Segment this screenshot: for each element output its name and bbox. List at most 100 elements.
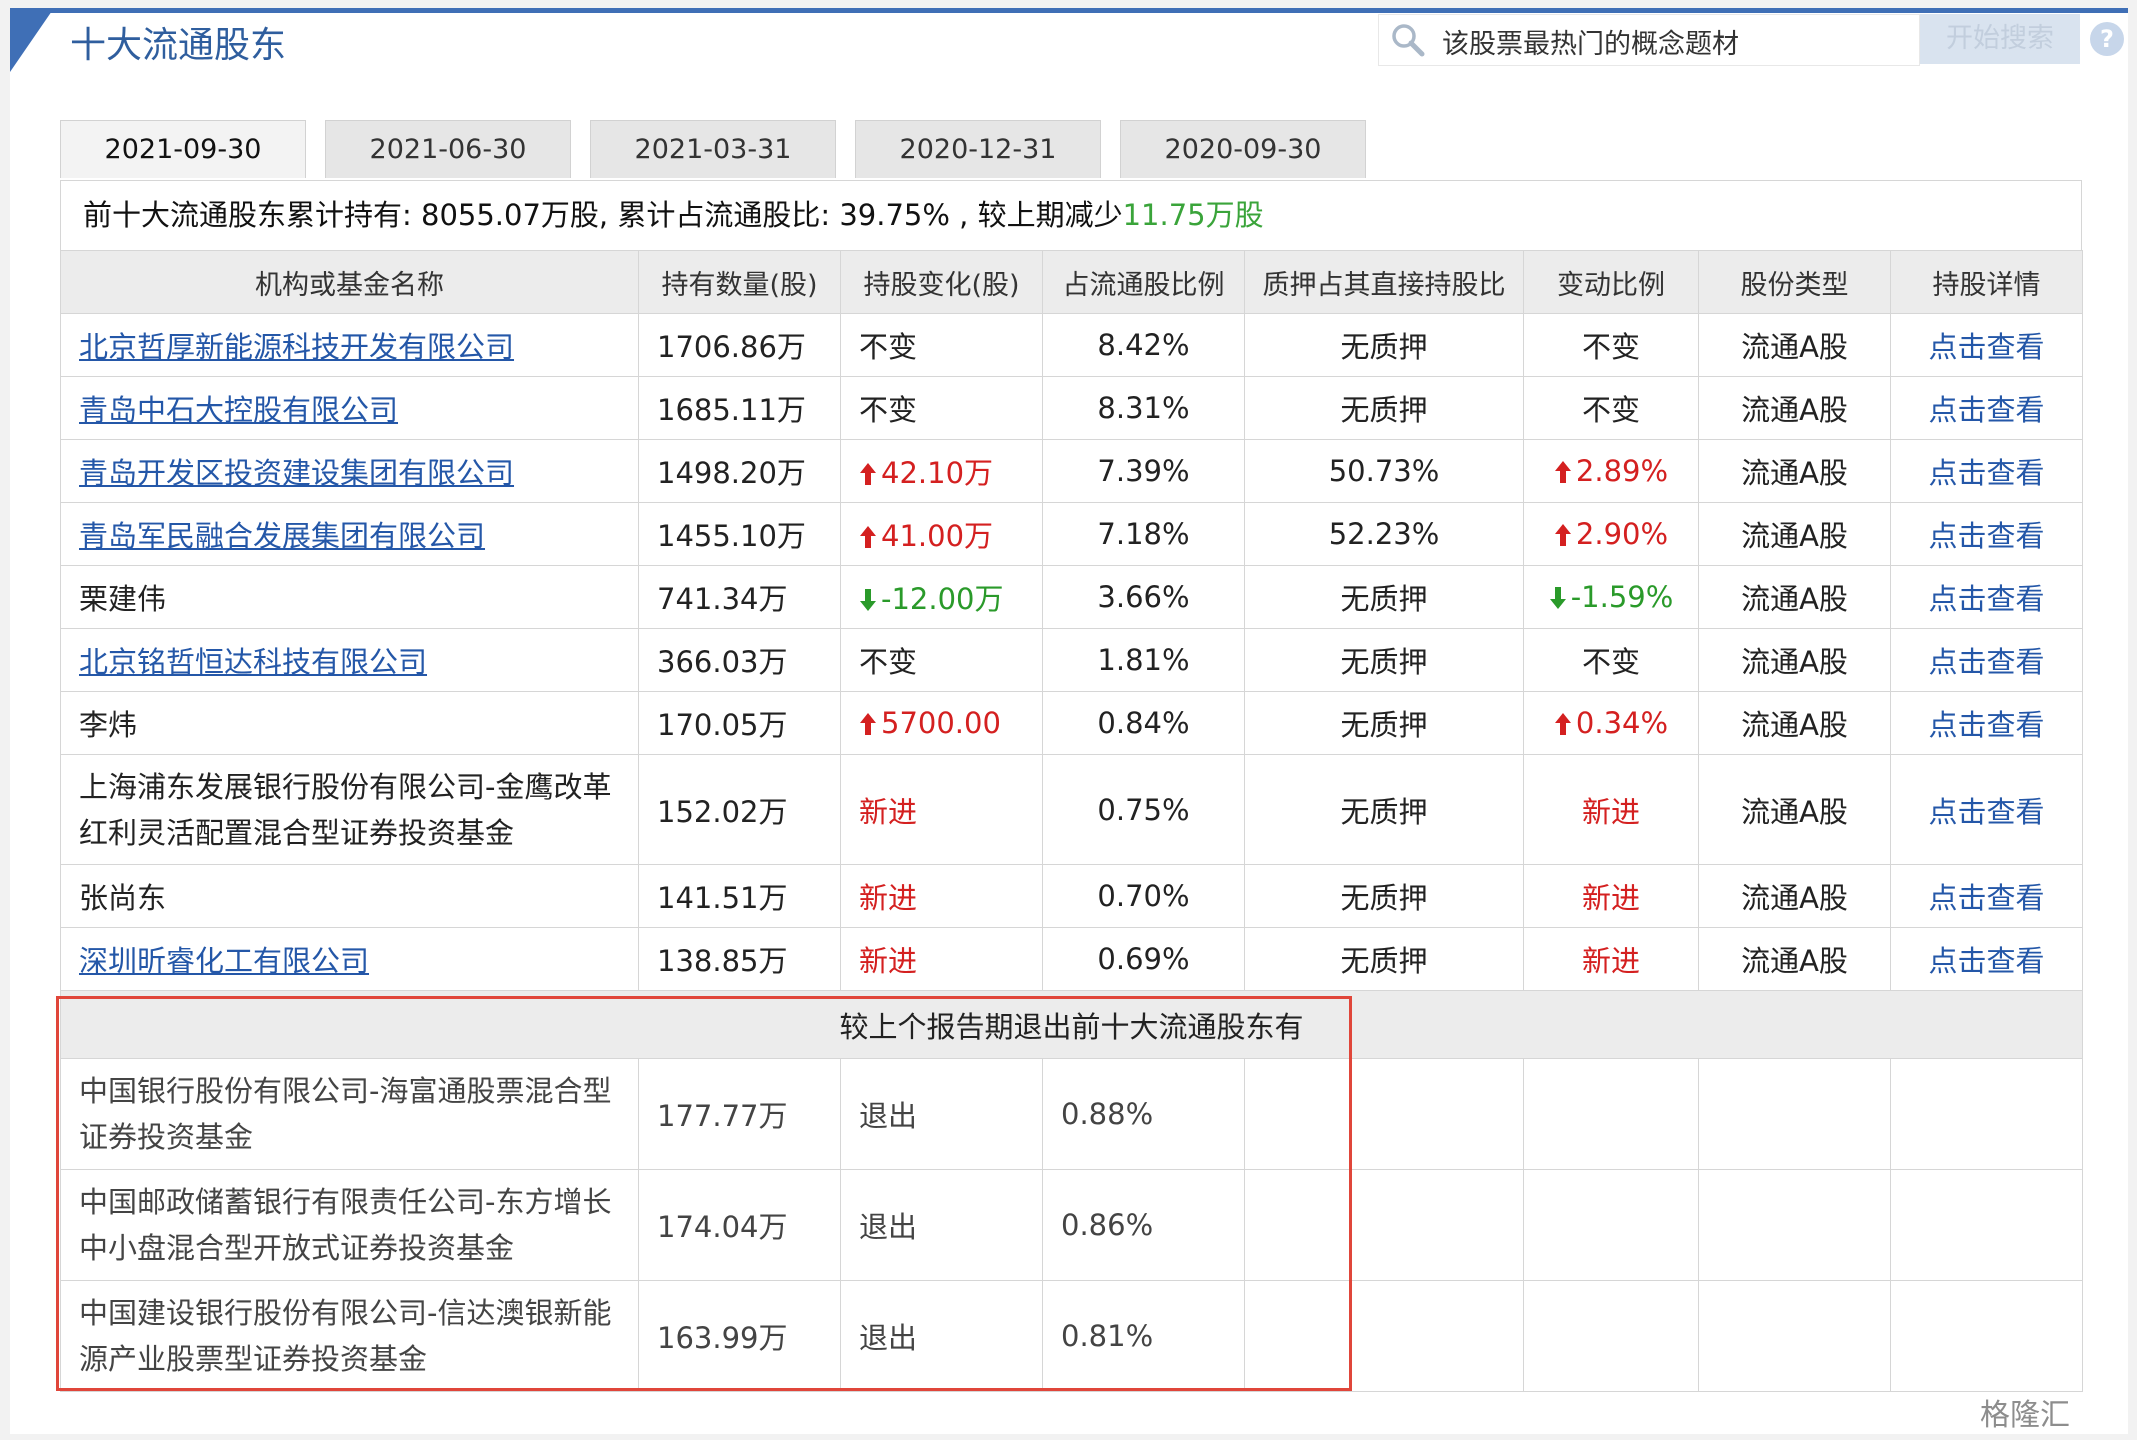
column-header: 持股详情 bbox=[1890, 250, 2083, 314]
share-type-cell: 流通A股 bbox=[1698, 376, 1891, 440]
table-row: 李炜 170.05万 5700.00 0.84% 无质押 0.34% 流通A股 点击查看 bbox=[60, 691, 2083, 755]
change-cell: -1.59% bbox=[1523, 565, 1699, 629]
title-corner-marker bbox=[10, 8, 54, 72]
detail-link[interactable]: 点击查看 bbox=[1928, 330, 2044, 364]
ratio-cell: 7.39% bbox=[1042, 439, 1245, 503]
arrow-up-icon bbox=[1554, 713, 1571, 735]
detail-cell[interactable]: 点击查看 bbox=[1890, 565, 2083, 629]
holder-name-cell[interactable]: 青岛中石大控股有限公司 bbox=[60, 376, 639, 440]
detail-link[interactable]: 点击查看 bbox=[1928, 393, 2044, 427]
change-value: 新进 bbox=[1581, 944, 1640, 978]
holder-name-link[interactable]: 深圳昕睿化工有限公司 bbox=[79, 944, 369, 978]
tab-2020-12-31[interactable]: 2020-12-31 bbox=[855, 120, 1101, 178]
ratio-cell: 8.31% bbox=[1042, 376, 1245, 440]
ratio-cell: 0.84% bbox=[1042, 691, 1245, 755]
ratio-cell: 0.75% bbox=[1042, 754, 1245, 865]
tab-2021-09-30[interactable]: 2021-09-30 bbox=[60, 120, 306, 178]
tab-2021-03-31[interactable]: 2021-03-31 bbox=[590, 120, 836, 178]
share-type-cell: 流通A股 bbox=[1698, 628, 1891, 692]
exited-ratio-cell: 0.81% bbox=[1042, 1280, 1245, 1392]
column-header: 持股变化(股) bbox=[840, 250, 1043, 314]
arrow-down-icon bbox=[860, 589, 876, 611]
table-row: 北京哲厚新能源科技开发有限公司 1706.86万 不变 8.42% 无质押 不变 流通A股点… bbox=[60, 313, 2083, 377]
exited-name-cell: 中国邮政储蓄银行有限责任公司-东方增长中小盘混合型开放式证券投资基金 bbox=[60, 1169, 639, 1281]
amount-cell: 1498.20万 bbox=[638, 439, 841, 503]
holder-name-link[interactable]: 青岛中石大控股有限公司 bbox=[79, 393, 398, 427]
exited-amount-cell: 163.99万 bbox=[638, 1280, 841, 1392]
detail-cell[interactable]: 点击查看 bbox=[1890, 313, 2083, 377]
holder-name-link[interactable]: 青岛开发区投资建设集团有限公司 bbox=[79, 456, 514, 490]
table-row: 深圳昕睿化工有限公司 138.85万 新进 0.69% 无质押 新进 流通A股 点击查看 bbox=[60, 927, 2083, 991]
change-cell: 0.34% bbox=[1523, 691, 1699, 755]
detail-cell[interactable]: 点击查看 bbox=[1890, 502, 2083, 566]
tab-2020-09-30[interactable]: 2020-09-30 bbox=[1120, 120, 1366, 178]
help-icon[interactable]: ? bbox=[2090, 22, 2124, 56]
empty-cell bbox=[1244, 1169, 1524, 1281]
empty-cell bbox=[1698, 1280, 1891, 1392]
holder-name-cell: 张尚东 bbox=[60, 864, 639, 928]
holder-name-link[interactable]: 青岛军民融合发展集团有限公司 bbox=[79, 519, 485, 553]
change-cell: 不变 bbox=[1523, 376, 1699, 440]
detail-link[interactable]: 点击查看 bbox=[1928, 881, 2044, 915]
share-type-cell: 流通A股 bbox=[1698, 691, 1891, 755]
detail-cell[interactable]: 点击查看 bbox=[1890, 376, 2083, 440]
detail-link[interactable]: 点击查看 bbox=[1928, 582, 2044, 616]
change-cell: 5700.00 bbox=[840, 691, 1043, 755]
amount-cell: 170.05万 bbox=[638, 691, 841, 755]
holder-name-link[interactable]: 北京哲厚新能源科技开发有限公司 bbox=[79, 330, 514, 364]
pledge-cell: 无质押 bbox=[1244, 628, 1524, 692]
detail-cell[interactable]: 点击查看 bbox=[1890, 439, 2083, 503]
holder-name-link[interactable]: 北京铭哲恒达科技有限公司 bbox=[79, 645, 427, 679]
empty-cell bbox=[1523, 1280, 1699, 1392]
detail-link[interactable]: 点击查看 bbox=[1928, 708, 2044, 742]
detail-link[interactable]: 点击查看 bbox=[1928, 795, 2044, 829]
table-header-row: 机构或基金名称 持有数量(股) 持股变化(股) 占流通股比例 质押占其直接持股比 变动比例… bbox=[60, 250, 2083, 314]
holder-name-cell[interactable]: 北京铭哲恒达科技有限公司 bbox=[60, 628, 639, 692]
empty-cell bbox=[1890, 1058, 2083, 1170]
tab-2021-06-30[interactable]: 2021-06-30 bbox=[325, 120, 571, 178]
holder-name: 张尚东 bbox=[79, 881, 167, 915]
exited-name: 中国邮政储蓄银行有限责任公司-东方增长中小盘混合型开放式证券投资基金 bbox=[79, 1185, 612, 1265]
detail-link[interactable]: 点击查看 bbox=[1928, 645, 2044, 679]
watermark: 格隆汇 bbox=[1980, 1398, 2070, 1433]
ratio-cell: 0.70% bbox=[1042, 864, 1245, 928]
share-type-cell: 流通A股 bbox=[1698, 502, 1891, 566]
change-value: 不变 bbox=[859, 330, 918, 364]
holder-name: 李炜 bbox=[79, 708, 138, 742]
pledge-cell: 无质押 bbox=[1244, 864, 1524, 928]
share-type-cell: 流通A股 bbox=[1698, 565, 1891, 629]
change-value: 新进 bbox=[859, 794, 918, 829]
change-value: 2.89% bbox=[1575, 454, 1669, 488]
detail-cell[interactable]: 点击查看 bbox=[1890, 927, 2083, 991]
column-header: 变动比例 bbox=[1523, 250, 1699, 314]
detail-link[interactable]: 点击查看 bbox=[1928, 456, 2044, 490]
arrow-up-icon bbox=[1554, 524, 1571, 546]
change-cell: -12.00万 bbox=[840, 565, 1043, 629]
table-row: 上海浦东发展银行股份有限公司-金鹰改革红利灵活配置混合型证券投资基金 152.02… bbox=[60, 754, 2083, 865]
detail-cell[interactable]: 点击查看 bbox=[1890, 754, 2083, 865]
detail-cell[interactable]: 点击查看 bbox=[1890, 864, 2083, 928]
change-cell: 不变 bbox=[840, 376, 1043, 440]
change-value: 不变 bbox=[859, 645, 918, 679]
holder-name-cell[interactable]: 青岛军民融合发展集团有限公司 bbox=[60, 502, 639, 566]
change-value: 新进 bbox=[859, 944, 918, 978]
pledge-cell: 无质押 bbox=[1244, 565, 1524, 629]
pledge-cell: 无质押 bbox=[1244, 691, 1524, 755]
arrow-down-icon bbox=[1549, 587, 1566, 609]
change-cell: 不变 bbox=[1523, 313, 1699, 377]
holder-name-cell[interactable]: 深圳昕睿化工有限公司 bbox=[60, 927, 639, 991]
detail-cell[interactable]: 点击查看 bbox=[1890, 691, 2083, 755]
search-button[interactable]: 开始搜索 bbox=[1920, 14, 2080, 64]
change-value: 不变 bbox=[859, 393, 918, 427]
holder-name-cell[interactable]: 北京哲厚新能源科技开发有限公司 bbox=[60, 313, 639, 377]
detail-link[interactable]: 点击查看 bbox=[1928, 944, 2044, 978]
amount-cell: 152.02万 bbox=[638, 754, 841, 865]
exited-amount-cell: 174.04万 bbox=[638, 1169, 841, 1281]
section-title: 十大流通股东 bbox=[70, 25, 287, 66]
share-type-cell: 流通A股 bbox=[1698, 754, 1891, 865]
detail-link[interactable]: 点击查看 bbox=[1928, 519, 2044, 553]
exited-row: 中国银行股份有限公司-海富通股票混合型证券投资基金 177.77万 退出 0.88% bbox=[60, 1058, 2083, 1170]
holder-name-cell[interactable]: 青岛开发区投资建设集团有限公司 bbox=[60, 439, 639, 503]
detail-cell[interactable]: 点击查看 bbox=[1890, 628, 2083, 692]
empty-cell bbox=[1698, 1058, 1891, 1170]
